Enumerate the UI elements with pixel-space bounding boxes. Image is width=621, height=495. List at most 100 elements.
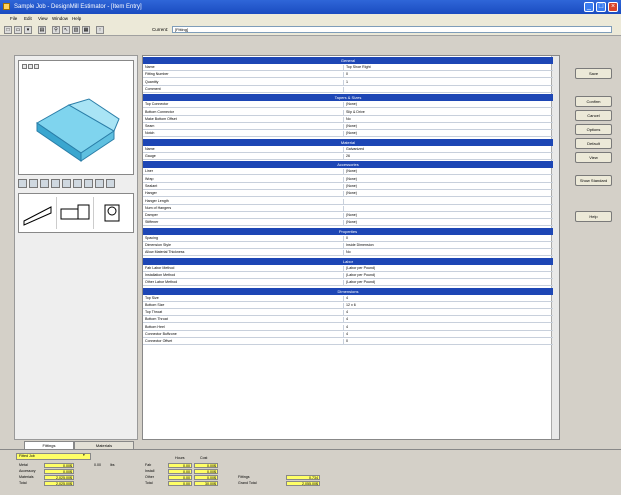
maximize-button[interactable]: □	[596, 2, 606, 12]
property-value[interactable]: 12 x 6	[346, 303, 356, 308]
property-row[interactable]: Name Galvanized	[143, 146, 553, 153]
fit-icon[interactable]	[62, 179, 71, 188]
property-row[interactable]: Top Connector (None)	[143, 102, 553, 109]
zoom-out-icon[interactable]	[51, 179, 60, 188]
property-value[interactable]: Inside Dimension	[346, 243, 374, 248]
menu-file[interactable]: File	[10, 15, 17, 23]
property-row[interactable]: Sealant (None)	[143, 183, 553, 190]
property-row[interactable]: Connector Offset 0	[143, 339, 553, 346]
rotate-icon[interactable]	[18, 179, 27, 188]
property-row[interactable]: Fab Labor Method (Labor per Pound)	[143, 265, 553, 272]
property-row[interactable]: Damper (None)	[143, 213, 553, 220]
totals-filter-dropdown-icon[interactable]: ▾	[83, 453, 85, 458]
close-button[interactable]: ×	[608, 2, 618, 12]
zoom-icon[interactable]: ⚲	[52, 26, 60, 34]
property-value[interactable]: (Labor per Pound)	[346, 266, 375, 271]
property-row[interactable]: Bottom Size 12 x 6	[143, 302, 553, 309]
property-row[interactable]: Hanger (None)	[143, 191, 553, 198]
property-row[interactable]: Liner (None)	[143, 169, 553, 176]
property-value[interactable]: Top Shoe Right	[346, 65, 371, 70]
property-value[interactable]: 0	[346, 339, 348, 344]
section-header[interactable]: Properties	[143, 227, 553, 235]
thumbnail-side[interactable]	[58, 197, 94, 229]
property-row[interactable]: Gauge 26	[143, 154, 553, 160]
property-row[interactable]: Quantity 1	[143, 79, 553, 86]
menu-help[interactable]: Help	[72, 15, 81, 23]
property-value[interactable]: 4	[346, 317, 348, 322]
property-row[interactable]: Top Throat 4	[143, 310, 553, 317]
property-value[interactable]: Slip & Drive	[346, 110, 365, 115]
property-value[interactable]: No	[346, 250, 351, 255]
thumbnail-end[interactable]	[95, 197, 130, 229]
property-value[interactable]: Galvanized	[346, 147, 364, 152]
measure-icon[interactable]: ▥	[72, 26, 80, 34]
pointer-icon[interactable]: ↖	[62, 26, 70, 34]
view-button-3[interactable]	[34, 64, 39, 69]
property-value[interactable]: (None)	[346, 184, 357, 189]
view-button-1[interactable]	[22, 64, 27, 69]
property-row[interactable]: Installation Method (Labor per Pound)	[143, 272, 553, 279]
property-row[interactable]: Fitting Number 0	[143, 72, 553, 79]
totals-filter[interactable]: Fitted Job	[16, 453, 91, 460]
property-value[interactable]: 0	[346, 236, 348, 241]
property-row[interactable]: Stiffener (None)	[143, 220, 553, 227]
pin-icon[interactable]: ↑	[96, 26, 104, 34]
print-preview-icon[interactable]	[106, 179, 115, 188]
section-header[interactable]: Tapers & Sizes	[143, 94, 553, 102]
section-header[interactable]: Labor	[143, 257, 553, 265]
property-value[interactable]: (Labor per Pound)	[346, 273, 375, 278]
property-value[interactable]: (None)	[346, 177, 357, 182]
property-value[interactable]: 0	[346, 72, 348, 77]
property-value[interactable]: 4	[346, 325, 348, 330]
property-row[interactable]: Make Bottom Offset No	[143, 116, 553, 123]
show-standard-button[interactable]: Show Standard	[575, 175, 612, 186]
property-value[interactable]: (Labor per Pound)	[346, 280, 375, 285]
tab-fittings[interactable]: Fittings	[24, 441, 74, 449]
property-row[interactable]: Top Size 4	[143, 295, 553, 302]
section-header[interactable]: Accessories	[143, 161, 553, 169]
property-row[interactable]: Spacing 0	[143, 235, 553, 242]
dropdown-icon[interactable]: ▾	[24, 26, 32, 34]
cancel-button[interactable]: Cancel	[575, 110, 612, 121]
property-row[interactable]: Num of Hangers	[143, 205, 553, 212]
property-row[interactable]: Bottom Connector Slip & Drive	[143, 109, 553, 116]
minimize-button[interactable]: _	[584, 2, 594, 12]
property-value[interactable]: 26	[346, 154, 350, 159]
new-icon[interactable]: □	[4, 26, 12, 34]
property-value[interactable]: (None)	[346, 213, 357, 218]
property-value[interactable]: (None)	[346, 102, 357, 107]
print-icon[interactable]: ▤	[38, 26, 46, 34]
help-button[interactable]: Help	[575, 211, 612, 222]
ruler-icon[interactable]: ▦	[82, 26, 90, 34]
property-value[interactable]: 4	[346, 332, 348, 337]
top-view-icon[interactable]	[95, 179, 104, 188]
property-value[interactable]: (None)	[346, 191, 357, 196]
property-value[interactable]: (None)	[346, 220, 357, 225]
property-value[interactable]: No	[346, 117, 351, 122]
property-value[interactable]: (None)	[346, 131, 357, 136]
menu-window[interactable]: Window	[52, 15, 68, 23]
pan-icon[interactable]	[29, 179, 38, 188]
view-button[interactable]: View	[575, 152, 612, 163]
property-value[interactable]: 1	[346, 80, 348, 85]
current-field[interactable]: [Fitting]	[172, 26, 612, 33]
property-value[interactable]: 4	[346, 310, 348, 315]
section-header[interactable]: Material	[143, 138, 553, 146]
confirm-button[interactable]: Confirm	[575, 96, 612, 107]
property-value[interactable]: 4	[346, 296, 348, 301]
property-row[interactable]: Seam (None)	[143, 124, 553, 131]
property-row[interactable]: Comment	[143, 86, 553, 93]
zoom-in-icon[interactable]	[40, 179, 49, 188]
options-button[interactable]: Options	[575, 124, 612, 135]
menu-view[interactable]: View	[38, 15, 48, 23]
property-row[interactable]: Connector Buffzone 4	[143, 332, 553, 338]
property-row[interactable]: Other Labor Method (Labor per Pound)	[143, 280, 553, 287]
section-header[interactable]: Dimensions	[143, 287, 553, 295]
side-view-icon[interactable]	[84, 179, 93, 188]
front-view-icon[interactable]	[73, 179, 82, 188]
view-button-2[interactable]	[28, 64, 33, 69]
property-row[interactable]: Bottom Heel 4	[143, 324, 553, 331]
open-icon[interactable]: ▭	[14, 26, 22, 34]
save-button[interactable]: Save	[575, 68, 612, 79]
menu-edit[interactable]: Edit	[24, 15, 32, 23]
